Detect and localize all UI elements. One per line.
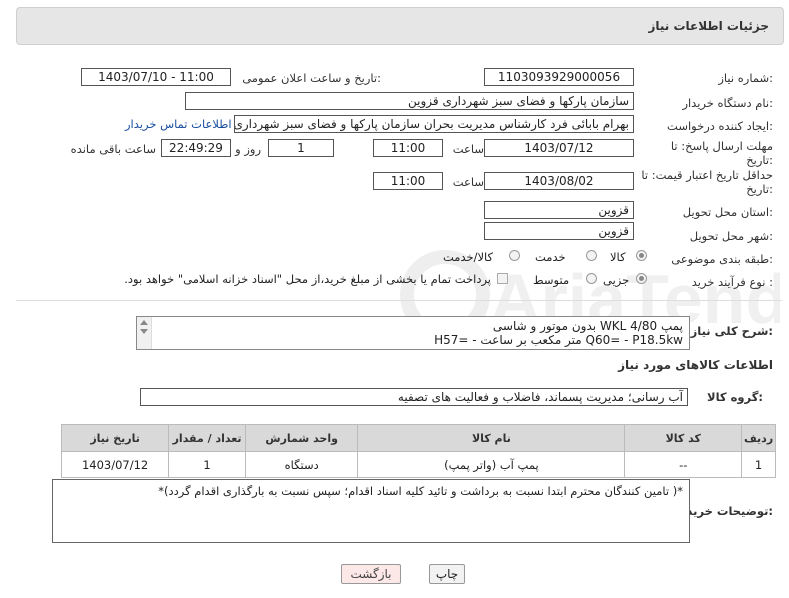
remaining-label: ساعت باقی مانده [70, 142, 156, 156]
contact-info-link[interactable]: اطلاعات تماس خریدار [125, 117, 232, 131]
description-textarea[interactable]: پمپ WKL 4/80 بدون موتور و شاسی Q60= - P1… [136, 316, 690, 350]
cell-goods-name: پمپ آب (واتر پمپ) [357, 451, 626, 478]
description-line-1: پمپ WKL 4/80 بدون موتور و شاسی [492, 319, 683, 333]
col-goods-name: نام کالا [357, 424, 626, 452]
category-radio-service[interactable] [586, 250, 597, 261]
col-need-date: تاریخ نیاز [60, 424, 170, 452]
process-option-minor: جزیی [603, 273, 630, 287]
print-button[interactable]: چاپ [429, 564, 465, 584]
province-label: استان محل تحویل: [682, 205, 773, 219]
buyer-org-field: سازمان پارکها و فضای سبز شهرداری قزوین [185, 92, 634, 110]
announce-field: 1403/07/10 - 11:00 [81, 68, 231, 86]
cell-row: 1 [741, 451, 776, 478]
goods-table: تاریخ نیاز تعداد / مقدار واحد شمارش نام … [60, 424, 776, 478]
deadline-time-label: ساعت [452, 142, 484, 156]
cell-unit: دستگاه [244, 451, 359, 478]
table-row: 1403/07/12 1 دستگاه پمپ آب (واتر پمپ) --… [60, 451, 776, 478]
buyer-org-label: نام دستگاه خریدار: [682, 96, 773, 110]
days-label: روز و [235, 142, 261, 156]
scroll-up-icon[interactable] [140, 320, 148, 325]
goods-group-label: گروه کالا: [707, 390, 763, 404]
buyer-notes-label: توضیحات خریدار: [675, 504, 773, 518]
city-field: قزوین [484, 222, 634, 240]
validity-date-field: 1403/08/02 [484, 172, 634, 190]
process-radio-medium[interactable] [586, 273, 597, 284]
category-option-goods-service: کالا/خدمت [443, 250, 494, 264]
divider [16, 300, 782, 301]
days-field: 1 [268, 139, 334, 157]
cell-quantity: 1 [168, 451, 246, 478]
province-field: قزوین [484, 201, 634, 219]
category-radio-goods[interactable] [636, 250, 647, 261]
buyer-notes-box: *( تامین کنندگان محترم ابتدا نسبت به برد… [52, 479, 690, 543]
remaining-time-field: 22:49:29 [161, 139, 231, 157]
goods-group-field: آب رسانی؛ مدیریت پسماند، فاضلاب و فعالیت… [140, 388, 688, 406]
process-radio-minor[interactable] [636, 273, 647, 284]
validity-time-label: ساعت [452, 175, 484, 189]
category-option-service: خدمت [535, 250, 566, 264]
cell-need-date: 1403/07/12 [60, 451, 170, 478]
creator-label: ایجاد کننده درخواست: [667, 119, 773, 133]
description-label: شرح کلی نیاز: [690, 324, 773, 338]
description-line-2: Q60= - P18.5kw متر مکعب بر ساعت - =H57 [434, 333, 683, 347]
col-goods-code: کد کالا [624, 424, 743, 452]
goods-table-header: تاریخ نیاز تعداد / مقدار واحد شمارش نام … [60, 424, 776, 452]
validity-label: حداقل تاریخ اعتبار قیمت: تا تاریخ: [641, 168, 773, 196]
announce-label: تاریخ و ساعت اعلان عمومی: [242, 71, 381, 85]
goods-section-title: اطلاعات کالاهای مورد نیاز [618, 358, 773, 372]
col-row: ردیف [741, 424, 776, 452]
city-label: شهر محل تحویل: [689, 229, 773, 243]
back-button[interactable]: بازگشت [341, 564, 401, 584]
cell-goods-code: -- [624, 451, 743, 478]
validity-time-field: 11:00 [373, 172, 443, 190]
scroll-down-icon[interactable] [140, 329, 148, 334]
category-label: طبقه بندی موضوعی: [671, 252, 773, 266]
header-panel: جزئیات اطلاعات نیاز [16, 7, 784, 45]
treasury-payment-checkbox[interactable] [497, 273, 508, 284]
description-scrollbar[interactable] [137, 317, 152, 349]
page-title: جزئیات اطلاعات نیاز [648, 19, 769, 33]
deadline-label: مهلت ارسال پاسخ: تا تاریخ: [670, 139, 773, 167]
buyer-notes-text: *( تامین کنندگان محترم ابتدا نسبت به برد… [158, 484, 683, 498]
deadline-date-field: 1403/07/12 [484, 139, 634, 157]
category-option-goods: کالا [610, 250, 626, 264]
col-unit: واحد شمارش [244, 424, 359, 452]
col-quantity: تعداد / مقدار [168, 424, 246, 452]
deadline-time-field: 11:00 [373, 139, 443, 157]
process-option-medium: متوسط [533, 273, 570, 287]
process-label: نوع فرآیند خرید : [691, 275, 773, 289]
need-number-field: 1103093929000056 [484, 68, 634, 86]
category-radio-goods-service[interactable] [509, 250, 520, 261]
creator-field: بهرام بابائی فرد کارشناس مدیریت بحران سا… [234, 115, 634, 133]
treasury-payment-note: پرداخت تمام یا بخشی از مبلغ خرید،از محل … [124, 272, 491, 286]
need-number-label: شماره نیاز: [718, 71, 773, 85]
